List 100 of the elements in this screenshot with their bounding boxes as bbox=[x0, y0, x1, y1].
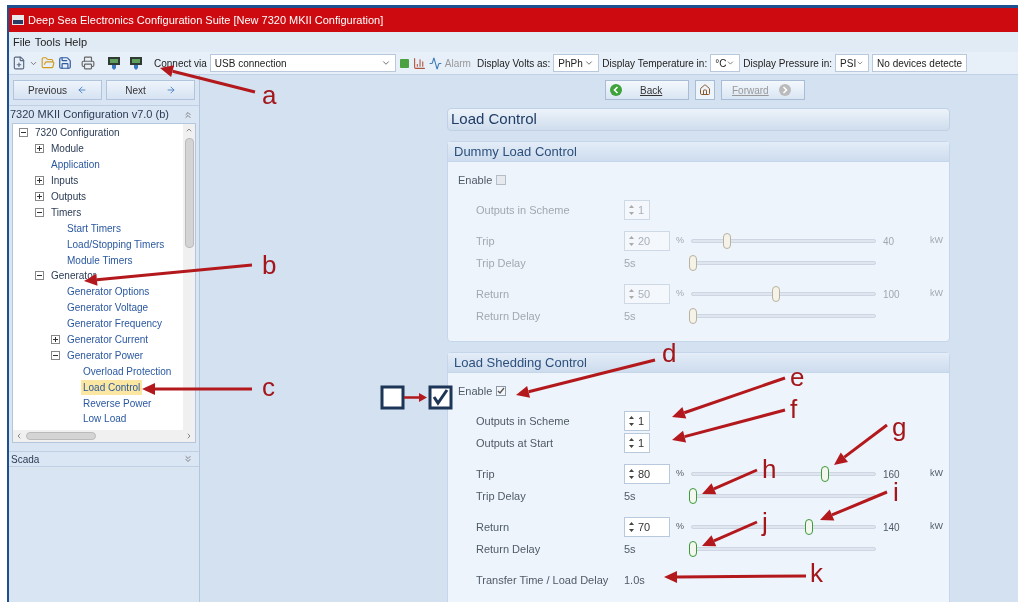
home-button[interactable] bbox=[695, 80, 715, 100]
pressure-label: Display Pressure in: bbox=[743, 56, 833, 71]
tree-item[interactable]: Load Control bbox=[81, 379, 143, 395]
expand-toggle[interactable] bbox=[35, 271, 44, 281]
scroll-right-icon[interactable] bbox=[185, 432, 193, 440]
expand-toggle[interactable] bbox=[35, 192, 44, 201]
new-file-icon[interactable] bbox=[12, 56, 26, 70]
field-label: Return Delay bbox=[476, 308, 542, 324]
tree-item[interactable]: Generator Frequency bbox=[65, 316, 165, 332]
expand-icon[interactable] bbox=[183, 454, 193, 464]
unit-label: kW bbox=[930, 467, 943, 481]
temperature-dropdown[interactable]: °C bbox=[710, 54, 741, 72]
field-value: 1.0s bbox=[624, 572, 645, 588]
next-button[interactable]: Next bbox=[106, 80, 195, 100]
expand-toggle[interactable] bbox=[35, 176, 44, 186]
sidebar-title: 7320 MKII Configuration v7.0 (b) bbox=[10, 107, 169, 123]
enable-checkbox[interactable] bbox=[496, 175, 507, 185]
pressure-dropdown[interactable]: PSI bbox=[835, 54, 870, 72]
slider[interactable] bbox=[689, 541, 878, 557]
panel-title: Scada bbox=[11, 452, 40, 467]
window-title: Deep Sea Electronics Configuration Suite [New 7320 MKII Configuration] bbox=[28, 12, 384, 28]
menu-item[interactable]: Tools bbox=[34, 33, 61, 51]
slider[interactable] bbox=[689, 488, 878, 504]
slider[interactable] bbox=[689, 308, 878, 324]
number-spinner[interactable]: 70 bbox=[624, 517, 670, 537]
enable-checkbox[interactable] bbox=[496, 386, 507, 396]
slider-thumb[interactable] bbox=[689, 308, 697, 324]
annotation-arrow bbox=[702, 520, 758, 547]
field-label: Return bbox=[476, 519, 511, 535]
tree-item[interactable]: Load/Stopping Timers bbox=[65, 236, 167, 252]
annotation-letter: i bbox=[893, 479, 899, 505]
volts-dropdown[interactable]: PhPh bbox=[553, 54, 600, 72]
tree-item[interactable]: Generator Voltage bbox=[65, 300, 151, 316]
slider[interactable] bbox=[689, 286, 878, 302]
collapse-icon[interactable] bbox=[183, 109, 193, 120]
tree-item[interactable]: Reverse Power bbox=[81, 395, 154, 411]
tree-item[interactable]: Overload Protection bbox=[81, 363, 174, 379]
slider-thumb[interactable] bbox=[689, 255, 697, 271]
spin-arrows-icon bbox=[629, 205, 634, 215]
scroll-up-icon[interactable] bbox=[185, 126, 193, 134]
delay-value: 5s bbox=[624, 488, 637, 504]
tree-item[interactable]: Start Timers bbox=[65, 220, 123, 236]
expand-toggle[interactable] bbox=[35, 144, 44, 154]
slider-thumb[interactable] bbox=[772, 286, 781, 302]
annotation-letter: b bbox=[262, 252, 277, 278]
field-label: Trip Delay bbox=[476, 255, 527, 271]
vertical-scrollbar[interactable] bbox=[183, 124, 195, 430]
annotation-letter: f bbox=[790, 396, 798, 422]
waveform-icon[interactable] bbox=[428, 56, 442, 70]
tree-item[interactable]: Inputs bbox=[49, 173, 81, 189]
scroll-left-icon[interactable] bbox=[15, 432, 23, 440]
annotation-letter: g bbox=[892, 414, 907, 440]
slider[interactable] bbox=[689, 255, 878, 271]
slider-thumb[interactable] bbox=[821, 466, 830, 482]
menu-item[interactable]: File bbox=[13, 33, 31, 51]
tree-item[interactable]: Module Timers bbox=[65, 252, 135, 268]
tree-item[interactable]: Application bbox=[49, 157, 102, 173]
expand-toggle[interactable] bbox=[19, 128, 28, 138]
back-button[interactable]: Back bbox=[605, 80, 689, 100]
annotation-letter: a bbox=[262, 82, 277, 108]
expand-toggle[interactable] bbox=[35, 207, 44, 217]
tree-item[interactable]: Generator Current bbox=[65, 332, 151, 347]
tree-item[interactable]: Low Load bbox=[81, 411, 129, 427]
slider-reading: 140 bbox=[882, 520, 901, 535]
spin-arrows-icon bbox=[629, 236, 634, 246]
unit-label: % bbox=[675, 287, 685, 301]
slider[interactable] bbox=[689, 233, 878, 249]
expand-toggle[interactable] bbox=[51, 335, 60, 344]
tree-item[interactable]: Generator Power bbox=[65, 347, 146, 363]
number-spinner[interactable]: 80 bbox=[624, 464, 670, 484]
tree-item[interactable]: Module bbox=[49, 141, 86, 157]
number-spinner[interactable]: 1 bbox=[624, 411, 650, 431]
tree-item[interactable]: Timers bbox=[49, 204, 84, 220]
tree-item[interactable]: 7320 Configuration bbox=[33, 125, 122, 141]
unit-label: % bbox=[675, 467, 685, 481]
print-icon[interactable] bbox=[81, 56, 95, 70]
spin-arrows-icon bbox=[629, 438, 634, 448]
connection-dropdown[interactable]: USB connection bbox=[209, 54, 396, 72]
bottom-panel-header[interactable]: Scada bbox=[9, 451, 199, 467]
unit-label: kW bbox=[930, 234, 943, 248]
expand-toggle[interactable] bbox=[51, 350, 60, 360]
slider-thumb[interactable] bbox=[804, 519, 813, 535]
tree-item[interactable]: Outputs bbox=[49, 189, 89, 204]
save-icon[interactable] bbox=[58, 56, 72, 70]
slider-thumb[interactable] bbox=[689, 541, 697, 557]
module-icon[interactable] bbox=[398, 57, 410, 69]
slider-reading: 40 bbox=[882, 234, 896, 249]
tree-item[interactable]: Generator Options bbox=[65, 284, 152, 300]
horizontal-scrollbar[interactable] bbox=[13, 430, 195, 442]
previous-button[interactable]: Previous bbox=[13, 80, 102, 100]
slider-thumb[interactable] bbox=[723, 233, 732, 249]
number-spinner[interactable]: 1 bbox=[624, 433, 650, 453]
menu-item[interactable]: Help bbox=[64, 33, 88, 51]
device-icon[interactable] bbox=[129, 56, 143, 70]
field-label: Trip Delay bbox=[476, 488, 527, 504]
annotation-letter: h bbox=[762, 456, 777, 482]
device-icon[interactable] bbox=[107, 56, 121, 70]
spin-arrows-icon bbox=[629, 469, 634, 479]
slider-thumb[interactable] bbox=[689, 488, 697, 504]
bar-chart-icon[interactable] bbox=[412, 56, 426, 70]
